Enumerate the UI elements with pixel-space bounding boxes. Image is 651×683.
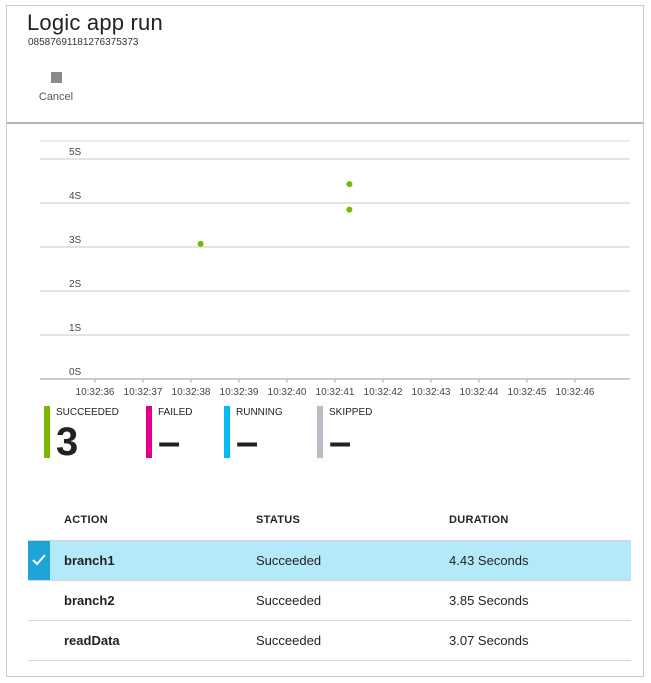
x-tick-label: 10:32:37: [124, 387, 163, 398]
data-point: [346, 181, 353, 188]
y-tick-label: 3S: [69, 235, 82, 246]
row-action: branch1: [64, 553, 115, 568]
stat-succeeded: SUCCEEDED 3: [44, 406, 134, 464]
blade-title: Logic app run: [27, 10, 163, 35]
column-header-status: STATUS: [256, 514, 301, 526]
table-row[interactable]: branch2 Succeeded 3.85 Seconds: [28, 580, 631, 620]
data-point: [346, 206, 353, 213]
stat-running-bar: [224, 406, 230, 458]
table-header: ACTION STATUS DURATION: [28, 504, 631, 540]
row-action: branch2: [64, 593, 115, 608]
stat-succeeded-label: SUCCEEDED: [56, 407, 119, 418]
checkmark-icon: [32, 554, 46, 566]
actions-table: ACTION STATUS DURATION branch1 Succeeded…: [28, 504, 631, 661]
blade-header: Logic app run 08587691181276375373 Cance…: [7, 6, 643, 124]
x-tick-label: 10:32:40: [268, 387, 307, 398]
row-duration: 3.85 Seconds: [449, 593, 529, 608]
y-tick-label: 5S: [69, 147, 82, 158]
x-tick-label: 10:32:46: [556, 387, 595, 398]
stat-running-value: –: [236, 420, 259, 464]
y-tick-label: 2S: [69, 279, 82, 290]
cancel-button-label: Cancel: [38, 91, 74, 103]
x-tick-label: 10:32:38: [172, 387, 211, 398]
column-header-duration: DURATION: [449, 514, 509, 526]
row-duration: 4.43 Seconds: [449, 553, 529, 568]
stat-failed-value: –: [158, 420, 181, 464]
stat-skipped-value: –: [329, 420, 352, 464]
stat-running-label: RUNNING: [236, 407, 283, 418]
stat-failed: FAILED –: [146, 406, 216, 464]
x-tick-label: 10:32:45: [508, 387, 547, 398]
stop-icon: [51, 72, 62, 83]
data-point: [197, 240, 204, 247]
row-status: Succeeded: [256, 593, 322, 608]
run-id: 08587691181276375373: [28, 37, 139, 48]
table-row[interactable]: branch1 Succeeded 4.43 Seconds: [28, 540, 631, 580]
y-tick-label: 4S: [69, 191, 82, 202]
stat-failed-label: FAILED: [158, 407, 193, 418]
stat-skipped: SKIPPED –: [317, 406, 397, 464]
x-tick-label: 10:32:42: [364, 387, 403, 398]
logic-app-run-blade: Logic app run 08587691181276375373 Cance…: [6, 5, 644, 677]
row-status: Succeeded: [256, 553, 322, 568]
stat-running: RUNNING –: [224, 406, 304, 464]
row-status: Succeeded: [256, 633, 322, 648]
row-action: readData: [64, 633, 120, 648]
row-selected-indicator: [28, 541, 50, 580]
x-tick-label: 10:32:43: [412, 387, 451, 398]
run-duration-chart: 0S 1S 2S 3S 4S 5S 10:32:36 10:32:37 10:32:38 10:3…: [40, 140, 630, 398]
stat-succeeded-bar: [44, 406, 50, 458]
y-tick-label: 0S: [69, 367, 82, 378]
stat-skipped-label: SKIPPED: [329, 407, 373, 418]
x-tick-label: 10:32:41: [316, 387, 355, 398]
stat-failed-bar: [146, 406, 152, 458]
x-tick-label: 10:32:39: [220, 387, 259, 398]
x-tick-label: 10:32:44: [460, 387, 499, 398]
table-bottom-border: [28, 660, 631, 661]
y-tick-label: 1S: [69, 323, 82, 334]
table-row[interactable]: readData Succeeded 3.07 Seconds: [28, 620, 631, 660]
cancel-button[interactable]: Cancel: [31, 70, 81, 106]
header-divider: [7, 122, 643, 124]
stat-succeeded-value: 3: [56, 420, 79, 464]
x-tick-label: 10:32:36: [76, 387, 115, 398]
stat-skipped-bar: [317, 406, 323, 458]
column-header-action: ACTION: [64, 514, 108, 526]
row-duration: 3.07 Seconds: [449, 633, 529, 648]
